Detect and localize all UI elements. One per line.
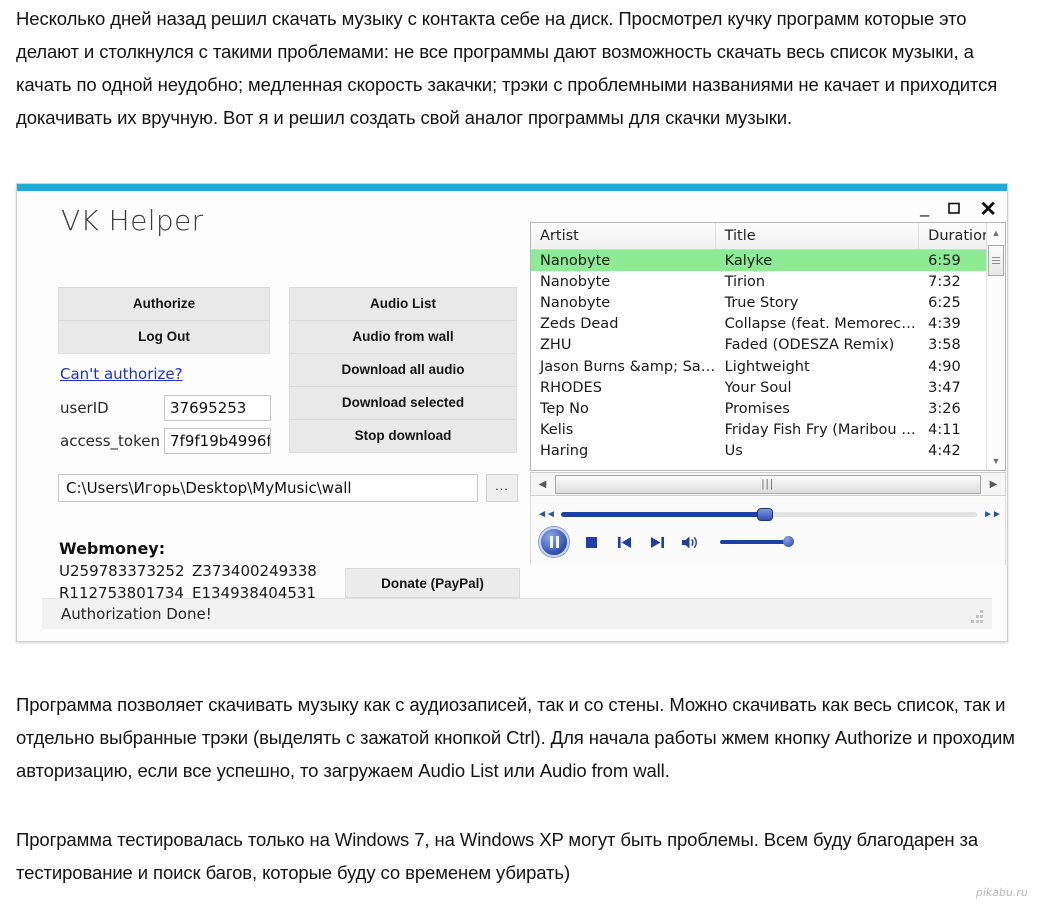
table-row[interactable]: Zeds Dead Collapse (feat. Memorecks) 4:3… xyxy=(531,314,1005,335)
volume-thumb[interactable] xyxy=(783,536,794,547)
cell-artist: Nanobyte xyxy=(540,294,611,311)
column-header-artist[interactable]: Artist xyxy=(531,223,716,249)
cell-artist: Nanobyte xyxy=(540,273,611,290)
download-path-input[interactable]: C:\Users\Игорь\Desktop\MyMusic\wall xyxy=(58,474,478,502)
audio-player: ◄◄ ►► xyxy=(530,497,1006,565)
userid-field-row: userID 37695253 xyxy=(60,395,271,421)
intro-paragraph: Несколько дней назад решил скачать музык… xyxy=(16,8,998,128)
table-row[interactable]: Tep No Promises 3:26 xyxy=(531,398,1005,419)
download-all-audio-button[interactable]: Download all audio xyxy=(289,353,517,386)
table-row[interactable]: Nanobyte True Story 6:25 xyxy=(531,292,1005,313)
audio-from-wall-button[interactable]: Audio from wall xyxy=(289,320,517,353)
resize-grip-icon[interactable] xyxy=(971,610,984,623)
minimize-icon[interactable]: – xyxy=(920,206,929,223)
browse-folder-button[interactable]: ... xyxy=(486,474,518,502)
webmoney-wallet-u: U259783373252 xyxy=(59,562,185,580)
window-controls: – ✕ xyxy=(920,199,997,223)
cell-artist: ZHU xyxy=(540,337,572,354)
cant-authorize-link[interactable]: Can't authorize? xyxy=(60,365,183,383)
table-row[interactable]: Kelis Friday Fish Fry (Maribou Stat... 4… xyxy=(531,420,1005,441)
cell-artist: Tep No xyxy=(540,400,589,417)
cell-artist: RHODES xyxy=(540,379,602,396)
stop-icon[interactable] xyxy=(580,531,602,553)
rewind-icon[interactable]: ◄◄ xyxy=(531,509,561,520)
vk-helper-window: – ✕ VK Helper Authorize Log Out Audio Li… xyxy=(16,183,1008,642)
authorize-button[interactable]: Authorize xyxy=(58,287,270,320)
status-bar: Authorization Done! xyxy=(42,598,992,629)
cell-title: True Story xyxy=(724,294,799,311)
cell-artist: Zeds Dead xyxy=(540,316,619,333)
token-field-row: access_token 7f9f19b4996f3e9 xyxy=(60,428,271,454)
download-path-row: C:\Users\Игорь\Desktop\MyMusic\wall ... xyxy=(58,474,518,502)
final-paragraph: Программа тестировалась только на Window… xyxy=(16,829,979,883)
access-token-input[interactable]: 7f9f19b4996f3e9 xyxy=(164,428,271,454)
horizontal-scroll-thumb[interactable]: ||| xyxy=(555,474,981,494)
cell-title: Faded (ODESZA Remix) xyxy=(724,337,895,354)
table-row[interactable]: Jason Burns &amp; Sara... Lightweight 4:… xyxy=(531,356,1005,377)
seek-thumb[interactable] xyxy=(756,507,773,521)
stop-download-button[interactable]: Stop download xyxy=(289,419,517,453)
previous-track-icon[interactable] xyxy=(613,531,635,553)
donate-paypal-button[interactable]: Donate (PayPal) xyxy=(345,568,520,598)
scroll-right-icon[interactable]: ▶ xyxy=(982,479,1005,490)
table-row[interactable]: Haring Us 4:42 xyxy=(531,441,1005,462)
cell-title: Us xyxy=(724,443,743,460)
cell-artist: Jason Burns &amp; Sara... xyxy=(540,358,716,375)
table-row[interactable]: Nanobyte Kalyke 6:59 xyxy=(531,250,1005,272)
player-controls xyxy=(539,527,794,557)
cell-title: Promises xyxy=(724,400,790,417)
cell-title: Collapse (feat. Memorecks) xyxy=(724,316,920,333)
horizontal-scrollbar[interactable]: ◀ ||| ▶ xyxy=(530,472,1006,496)
track-list[interactable]: Artist Title Duration Nanobyte Kalyke 6:… xyxy=(530,222,1006,471)
right-pane: Artist Title Duration Nanobyte Kalyke 6:… xyxy=(530,222,1006,737)
vertical-scrollbar[interactable]: ▲ ▼ xyxy=(986,223,1005,470)
cell-title: Friday Fish Fry (Maribou Stat... xyxy=(724,422,920,439)
logout-button[interactable]: Log Out xyxy=(58,320,270,354)
seek-fill xyxy=(561,511,765,517)
fast-forward-icon[interactable]: ►► xyxy=(977,509,1007,520)
access-token-label: access_token xyxy=(60,432,160,450)
next-track-icon[interactable] xyxy=(646,531,668,553)
webmoney-wallet-z: Z373400249338 xyxy=(192,562,317,580)
webmoney-title: Webmoney: xyxy=(59,539,166,558)
scroll-left-icon[interactable]: ◀ xyxy=(531,479,554,490)
seek-row: ◄◄ ►► xyxy=(531,504,1007,524)
scroll-up-icon[interactable]: ▲ xyxy=(987,223,1005,242)
auth-button-group: Authorize Log Out xyxy=(58,287,270,354)
left-pane: Authorize Log Out Audio List Audio from … xyxy=(17,184,529,641)
userid-input[interactable]: 37695253 xyxy=(164,395,271,421)
cell-title: Tirion xyxy=(724,273,766,290)
userid-label: userID xyxy=(60,399,109,417)
cell-title: Lightweight xyxy=(724,358,810,375)
status-text: Authorization Done! xyxy=(61,605,212,623)
watermark: pikabu.ru xyxy=(974,886,1030,899)
volume-slider[interactable] xyxy=(720,536,794,547)
close-icon[interactable]: ✕ xyxy=(979,199,997,220)
seek-slider[interactable] xyxy=(561,507,977,521)
table-row[interactable]: ZHU Faded (ODESZA Remix) 3:58 xyxy=(531,335,1005,356)
maximize-icon[interactable] xyxy=(947,201,961,218)
track-list-header: Artist Title Duration xyxy=(531,223,1005,250)
action-button-group: Audio List Audio from wall Download all … xyxy=(289,287,517,453)
cell-title: Your Soul xyxy=(724,379,792,396)
cell-artist: Nanobyte xyxy=(540,252,611,269)
cell-artist: Haring xyxy=(540,443,589,460)
cell-title: Kalyke xyxy=(724,252,773,269)
webmoney-section: Webmoney: U259783373252 Z373400249338 R1… xyxy=(59,539,317,604)
volume-icon[interactable] xyxy=(679,531,701,553)
table-row[interactable]: RHODES Your Soul 3:47 xyxy=(531,377,1005,398)
audio-list-button[interactable]: Audio List xyxy=(289,287,517,320)
column-header-title[interactable]: Title xyxy=(716,223,920,249)
webmoney-row: U259783373252 Z373400249338 xyxy=(59,560,317,582)
scroll-down-icon[interactable]: ▼ xyxy=(987,451,1005,470)
vertical-scroll-thumb[interactable] xyxy=(988,245,1004,276)
table-row[interactable]: Nanobyte Tirion 7:32 xyxy=(531,271,1005,292)
download-selected-button[interactable]: Download selected xyxy=(289,386,517,419)
pause-icon[interactable] xyxy=(539,527,569,557)
cell-artist: Kelis xyxy=(540,422,574,439)
body-paragraph: Программа позволяет скачивать музыку как… xyxy=(16,694,1015,781)
